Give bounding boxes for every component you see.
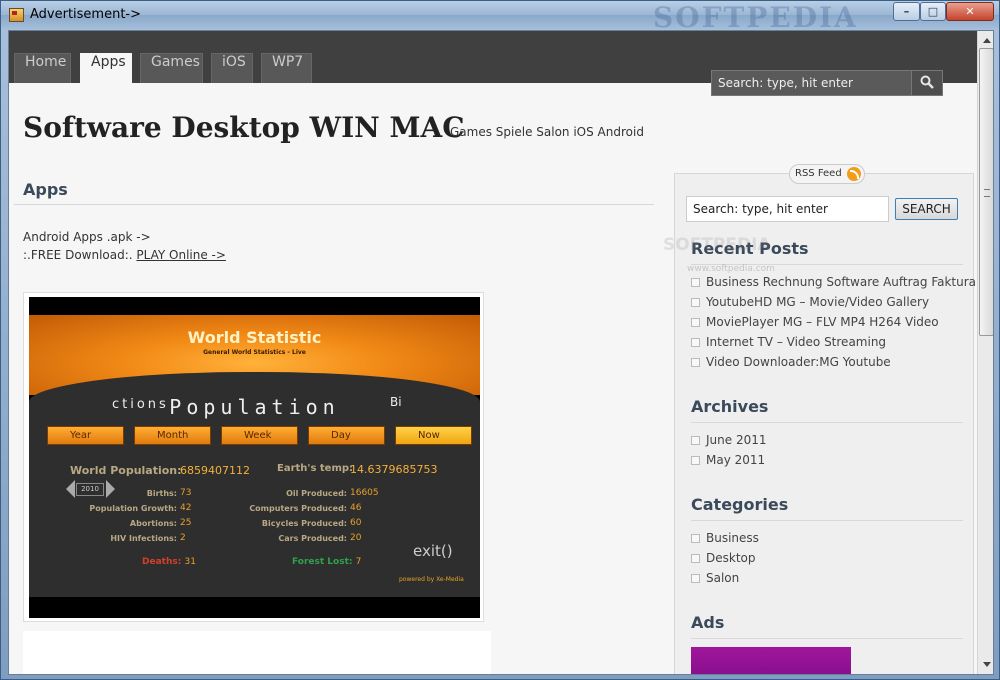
archives-list: June 2011 May 2011 bbox=[691, 430, 767, 470]
category-link[interactable]: Business bbox=[691, 528, 759, 548]
deaths-label: Deaths: bbox=[142, 557, 182, 567]
archive-link[interactable]: May 2011 bbox=[691, 450, 767, 470]
top-search-box: Search: type, hit enter bbox=[711, 70, 943, 96]
category-link[interactable]: Salon bbox=[691, 568, 759, 588]
heading-divider bbox=[14, 204, 654, 205]
minimize-button[interactable]: – bbox=[893, 2, 920, 21]
forest-label: Forest Lost: bbox=[292, 557, 353, 567]
download-line: :.FREE Download:. PLAY Online -> bbox=[23, 248, 226, 262]
categories-list: Business Desktop Salon bbox=[691, 528, 759, 588]
stat-value: 42 bbox=[180, 503, 192, 513]
divider bbox=[691, 638, 963, 639]
recent-post-link[interactable]: Business Rechnung Software Auftrag Faktu… bbox=[691, 272, 976, 292]
scroll-down-arrow-icon[interactable] bbox=[979, 657, 993, 673]
game-exit-text: exit() bbox=[413, 542, 453, 560]
stat-value: 73 bbox=[180, 488, 192, 498]
rss-feed-label: RSS Feed bbox=[795, 168, 842, 179]
tab-apps[interactable]: Apps bbox=[80, 53, 132, 83]
recent-posts-list: Business Rechnung Software Auftrag Faktu… bbox=[691, 272, 976, 372]
download-label: :.FREE Download:. bbox=[23, 248, 137, 262]
recent-post-link[interactable]: Video Downloader:MG Youtube bbox=[691, 352, 976, 372]
deaths-value: 31 bbox=[184, 557, 196, 567]
sidebar-search-button[interactable]: SEARCH bbox=[895, 198, 958, 220]
divider bbox=[691, 520, 963, 521]
stat-value: 46 bbox=[350, 503, 362, 513]
stat-label: Bicycles Produced: bbox=[261, 519, 347, 528]
stat-label: Abortions: bbox=[129, 519, 177, 528]
site-tagline: Games Spiele Salon iOS Android bbox=[450, 125, 644, 139]
stat-value: 16605 bbox=[350, 488, 379, 498]
softpedia-url: www.softpedia.com bbox=[687, 264, 775, 274]
deaths-stat: Deaths: 31 bbox=[142, 557, 196, 567]
scrollbar-thumb[interactable] bbox=[979, 48, 993, 336]
stat-label: Population Growth: bbox=[89, 504, 177, 513]
stat-label: Births: bbox=[146, 489, 177, 498]
stat-label: Computers Produced: bbox=[249, 504, 347, 513]
page-heading: Apps bbox=[23, 180, 68, 199]
forest-value: 7 bbox=[355, 557, 362, 567]
search-icon bbox=[920, 75, 934, 89]
maximize-button[interactable]: □ bbox=[920, 2, 946, 21]
app-screenshot-frame: World Statistic General World Statistics… bbox=[23, 292, 484, 622]
recent-post-link[interactable]: Internet TV – Video Streaming bbox=[691, 332, 976, 352]
android-apps-text: Android Apps .apk -> bbox=[23, 230, 151, 244]
site-title[interactable]: Software Desktop WIN MAC bbox=[23, 111, 465, 144]
archive-link[interactable]: June 2011 bbox=[691, 430, 767, 450]
tab-wp7[interactable]: WP7 bbox=[261, 53, 312, 83]
page-viewport: Home Apps Games iOS WP7 Search: type, hi… bbox=[8, 30, 994, 675]
close-button[interactable]: ✕ bbox=[946, 2, 994, 21]
play-online-link[interactable]: PLAY Online -> bbox=[136, 248, 226, 262]
divider bbox=[691, 422, 963, 423]
stat-label: Cars Produced: bbox=[278, 534, 347, 543]
recent-post-link[interactable]: YoutubeHD MG – Movie/Video Gallery bbox=[691, 292, 976, 312]
stat-label: Oil Produced: bbox=[286, 489, 347, 498]
window-title: Advertisement-> bbox=[30, 7, 142, 22]
browser-window: Advertisement-> SOFTPEDIA – □ ✕ Home App… bbox=[0, 0, 1000, 680]
category-link[interactable]: Desktop bbox=[691, 548, 759, 568]
tab-games[interactable]: Games bbox=[140, 53, 203, 83]
categories-heading: Categories bbox=[691, 495, 789, 514]
stat-value: 2 bbox=[180, 533, 186, 543]
next-content-block bbox=[23, 631, 491, 674]
ad-banner[interactable] bbox=[691, 647, 851, 674]
app-icon bbox=[9, 8, 24, 22]
recent-post-link[interactable]: MoviePlayer MG – FLV MP4 H264 Video bbox=[691, 312, 976, 332]
powered-by-text: powered by Xe-Media bbox=[399, 576, 464, 583]
tab-ios[interactable]: iOS bbox=[211, 53, 253, 83]
forest-stat: Forest Lost: 7 bbox=[292, 557, 361, 567]
stat-label: HIV Infections: bbox=[110, 534, 177, 543]
rss-icon bbox=[846, 167, 861, 181]
vertical-scrollbar[interactable] bbox=[977, 31, 993, 674]
world-statistic-screenshot[interactable]: World Statistic General World Statistics… bbox=[29, 297, 480, 618]
stat-value: 25 bbox=[180, 518, 192, 528]
archives-heading: Archives bbox=[691, 397, 769, 416]
tab-home[interactable]: Home bbox=[14, 53, 71, 83]
stat-value: 20 bbox=[350, 533, 362, 543]
sidebar-search-input[interactable]: Search: type, hit enter bbox=[686, 196, 889, 222]
softpedia-watermark: SOFTPEDIA bbox=[663, 235, 771, 255]
ads-heading: Ads bbox=[691, 613, 725, 632]
game-stats: Births: 73 Population Growth: 42 Abortio… bbox=[29, 297, 480, 618]
top-search-input[interactable]: Search: type, hit enter bbox=[712, 71, 911, 95]
stat-value: 60 bbox=[350, 518, 362, 528]
rss-feed-link[interactable]: RSS Feed bbox=[789, 164, 865, 184]
scroll-up-arrow-icon[interactable] bbox=[979, 32, 993, 48]
top-search-button[interactable] bbox=[911, 71, 942, 95]
title-bar[interactable]: Advertisement-> SOFTPEDIA – □ ✕ bbox=[1, 1, 999, 34]
